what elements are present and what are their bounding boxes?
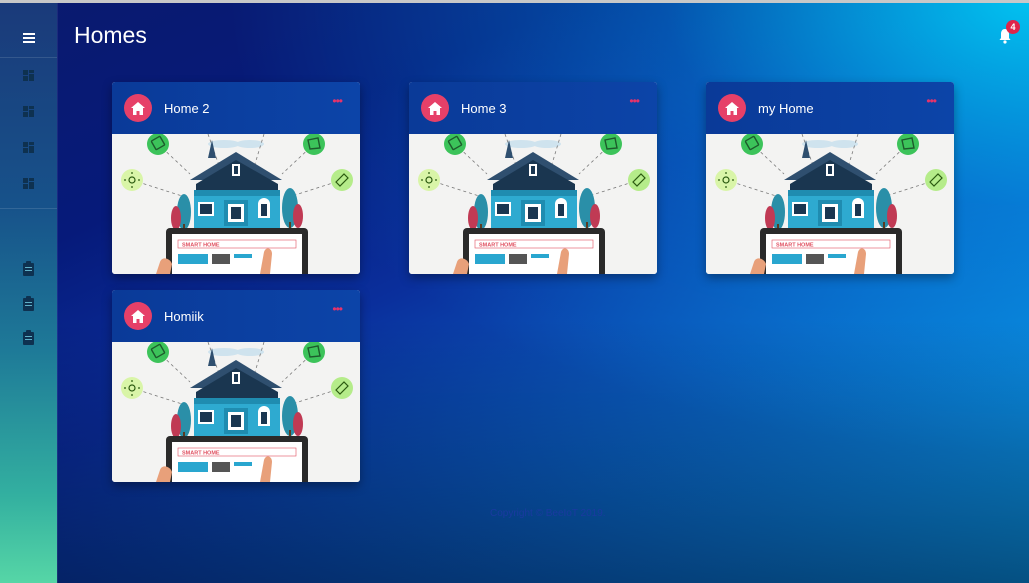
more-options-button[interactable]: ••• (332, 95, 343, 107)
sidebar-divider (0, 57, 57, 58)
smart-home-illustration: SMART HOME (112, 133, 360, 274)
sidebar-item-dashboard-2[interactable] (0, 97, 57, 125)
sidebar-divider (0, 208, 57, 209)
illustration-search-label: SMART HOME (182, 243, 220, 249)
home-name: Home 2 (164, 101, 210, 116)
home-card-header: my Home ••• (706, 82, 954, 134)
home-card-header: Home 2 ••• (112, 82, 360, 134)
copyright-text: Copyright © BeeIoT 2019. (490, 508, 606, 519)
sidebar-item-clipboard-3[interactable] (0, 324, 57, 352)
more-options-button[interactable]: ••• (332, 303, 343, 315)
home-name: Homiik (164, 309, 204, 324)
home-card-header: Home 3 ••• (409, 82, 657, 134)
sidebar (0, 3, 57, 583)
dashboard-icon (23, 105, 34, 117)
sidebar-item-dashboard-3[interactable] (0, 133, 57, 161)
menu-toggle-button[interactable] (0, 23, 57, 51)
illustration-search-label: SMART HOME (479, 243, 517, 249)
illustration-search-label: SMART HOME (182, 451, 220, 457)
more-options-button[interactable]: ••• (629, 95, 640, 107)
sidebar-item-clipboard-1[interactable] (0, 255, 57, 283)
home-card[interactable]: Homiik ••• SMART HOME (112, 290, 360, 482)
dashboard-icon (23, 69, 34, 81)
clipboard-icon (23, 295, 34, 311)
home-card-header: Homiik ••• (112, 290, 360, 342)
home-icon (718, 94, 746, 122)
smart-home-illustration: SMART HOME (706, 133, 954, 274)
home-name: Home 3 (461, 101, 507, 116)
dashboard-icon (23, 141, 34, 153)
clipboard-icon (23, 260, 34, 276)
clipboard-icon (23, 329, 34, 345)
home-card[interactable]: my Home ••• SMART HOME (706, 82, 954, 274)
top-border (0, 0, 1029, 3)
sidebar-item-dashboard-4[interactable] (0, 169, 57, 197)
home-icon (124, 94, 152, 122)
hamburger-icon (22, 32, 35, 43)
notification-count-badge: 4 (1006, 20, 1020, 34)
page-title: Homes (74, 22, 147, 48)
illustration-search-label: SMART HOME (776, 243, 814, 249)
smart-home-illustration: SMART HOME (112, 341, 360, 482)
home-card[interactable]: Home 3 ••• SMART HOME (409, 82, 657, 274)
sidebar-item-clipboard-2[interactable] (0, 290, 57, 318)
sidebar-item-dashboard-1[interactable] (0, 61, 57, 89)
more-options-button[interactable]: ••• (926, 95, 937, 107)
home-icon (124, 302, 152, 330)
dashboard-icon (23, 177, 34, 189)
home-name: my Home (758, 101, 814, 116)
home-card[interactable]: Home 2 ••• SMART HOME (112, 82, 360, 274)
smart-home-illustration: SMART HOME (409, 133, 657, 274)
home-icon (421, 94, 449, 122)
